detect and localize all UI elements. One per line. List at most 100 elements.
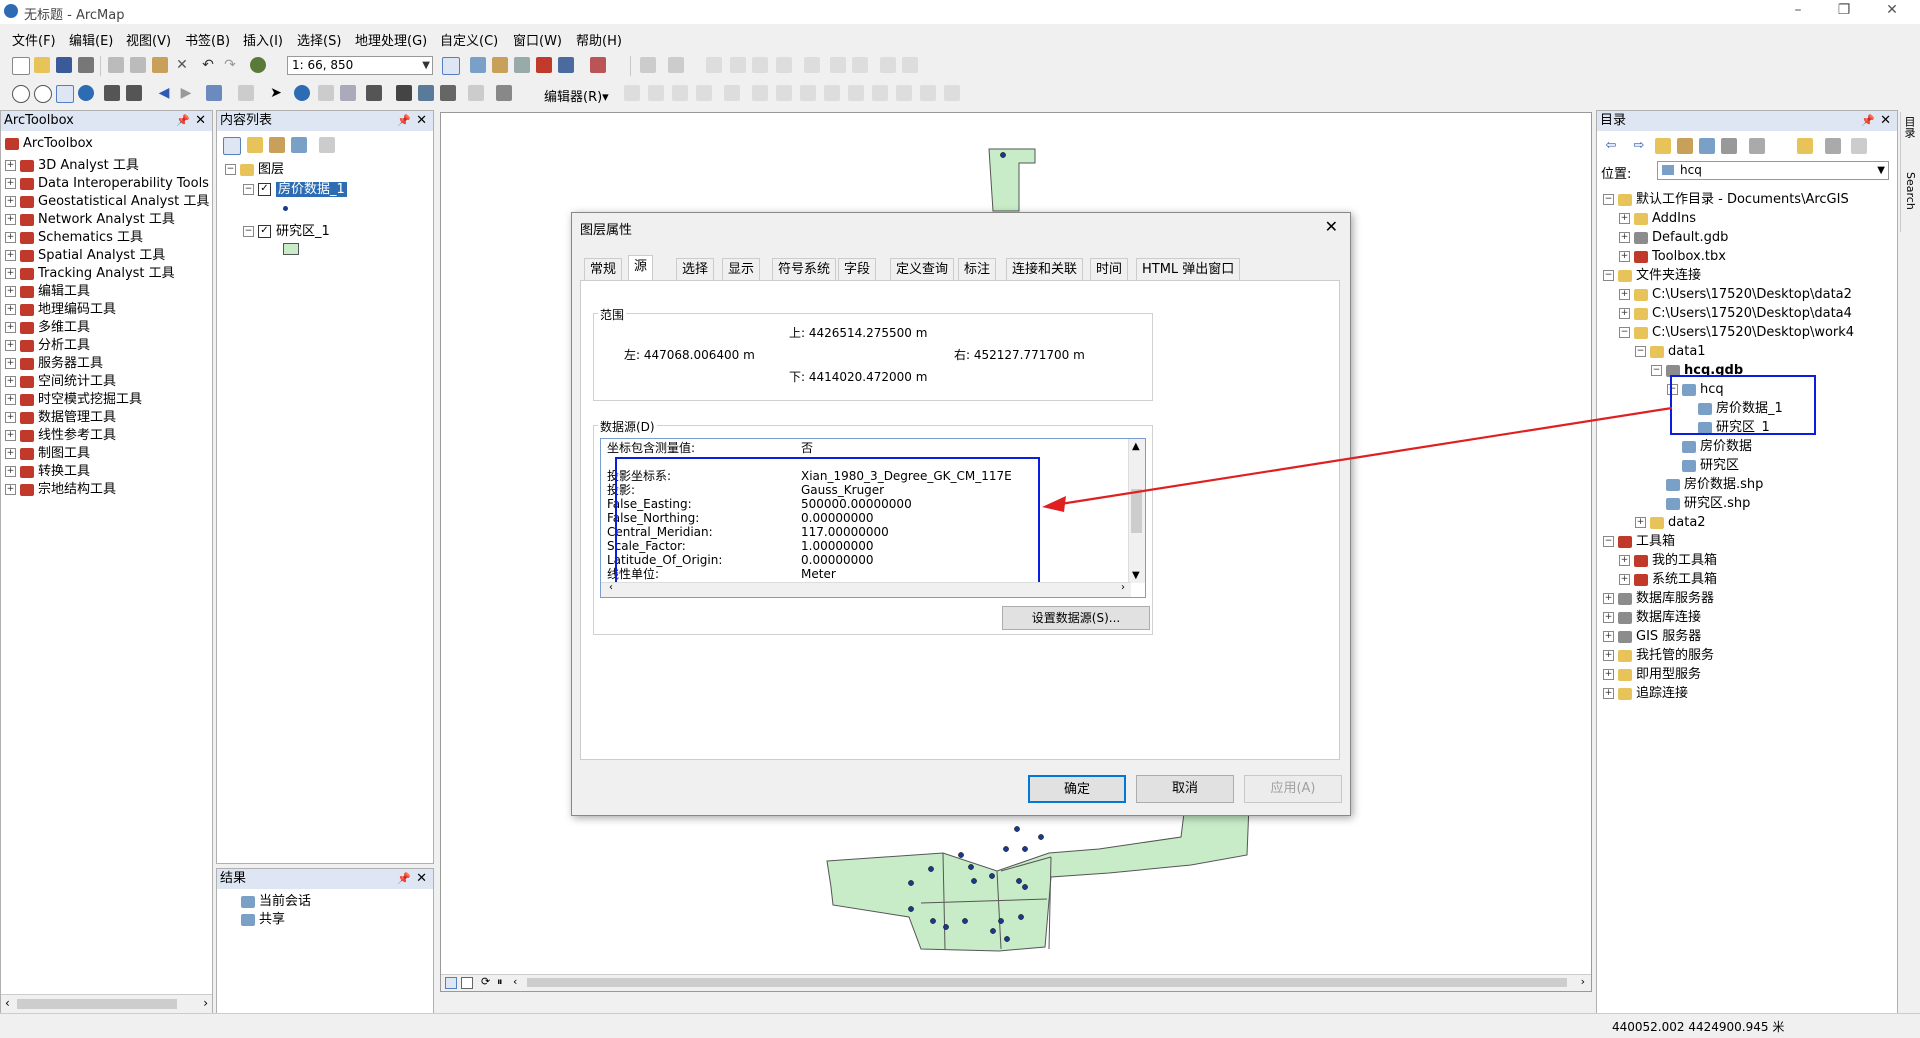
catalog-item[interactable]: − C:\Users\17520\Desktop\work4 bbox=[1619, 324, 1854, 342]
toolbox-item[interactable]: + 分析工具 bbox=[5, 337, 90, 355]
redo-icon[interactable]: ↷ bbox=[222, 57, 238, 73]
expand-icon[interactable]: + bbox=[5, 268, 16, 279]
layers-root[interactable]: − 图层 bbox=[225, 161, 284, 179]
views-icon[interactable] bbox=[1749, 138, 1765, 154]
edit-tool-icon[interactable] bbox=[944, 85, 960, 101]
expand-icon[interactable]: + bbox=[1619, 251, 1630, 262]
full-extent-icon[interactable] bbox=[78, 85, 94, 101]
house-price-point[interactable] bbox=[928, 866, 934, 872]
print-icon[interactable] bbox=[78, 57, 94, 73]
home-folder-icon[interactable] bbox=[1677, 138, 1693, 154]
create-viewer-icon[interactable] bbox=[496, 85, 512, 101]
catalog-item[interactable]: + data2 bbox=[1635, 514, 1706, 532]
measure-icon[interactable] bbox=[366, 85, 382, 101]
catalog-item[interactable]: + GIS 服务器 bbox=[1603, 628, 1701, 646]
expand-icon[interactable]: + bbox=[5, 304, 16, 315]
collapse-icon[interactable]: − bbox=[1651, 365, 1662, 376]
toolbox-item[interactable]: + 线性参考工具 bbox=[5, 427, 116, 445]
back-extent-icon[interactable]: ◀ bbox=[156, 85, 172, 101]
toolbox-item[interactable]: + 编辑工具 bbox=[5, 283, 90, 301]
close-panel-icon[interactable]: ✕ bbox=[416, 111, 427, 131]
expand-icon[interactable]: + bbox=[1619, 555, 1630, 566]
catalog-item[interactable]: + 数据库连接 bbox=[1603, 609, 1701, 627]
catalog-options-icon[interactable] bbox=[1851, 138, 1867, 154]
pan-icon[interactable] bbox=[56, 85, 74, 103]
tab-8[interactable]: 连接和关联 bbox=[1006, 258, 1084, 280]
toolbox-item[interactable]: + 数据管理工具 bbox=[5, 409, 116, 427]
collapse-icon[interactable]: − bbox=[1603, 270, 1614, 281]
open-folder-icon[interactable] bbox=[34, 57, 50, 73]
hyperlink-icon[interactable] bbox=[318, 85, 334, 101]
new-document-icon[interactable] bbox=[12, 57, 30, 75]
scroll-left-icon[interactable]: ‹ bbox=[5, 996, 10, 1010]
house-price-point[interactable] bbox=[1018, 914, 1024, 920]
expand-icon[interactable]: + bbox=[5, 250, 16, 261]
menu-customize[interactable]: 自定义(C) bbox=[440, 30, 498, 49]
toolbar-tool-icon[interactable] bbox=[668, 57, 684, 73]
tab-0[interactable]: 常规 bbox=[584, 258, 623, 280]
collapse-icon[interactable]: − bbox=[1603, 536, 1614, 547]
menu-bookmarks[interactable]: 书签(B) bbox=[185, 30, 230, 49]
catalog-item[interactable]: 研究区 bbox=[1667, 457, 1739, 475]
toolbox-item[interactable]: + Tracking Analyst 工具 bbox=[5, 265, 175, 283]
house-price-point[interactable] bbox=[968, 864, 974, 870]
pin-icon[interactable]: 📌 bbox=[1861, 111, 1875, 131]
close-icon[interactable]: ✕ bbox=[1882, 2, 1902, 20]
cut-icon[interactable] bbox=[108, 57, 124, 73]
expand-icon[interactable]: + bbox=[5, 322, 16, 333]
toolbox-item[interactable]: + 时空模式挖掘工具 bbox=[5, 391, 142, 409]
catalog-item[interactable]: 房价数据.shp bbox=[1651, 476, 1763, 494]
house-price-point[interactable] bbox=[908, 880, 914, 886]
toc-options-icon[interactable] bbox=[319, 137, 335, 153]
data-view-icon[interactable] bbox=[445, 977, 457, 989]
toolbar-tool-icon[interactable] bbox=[902, 57, 918, 73]
connect-folder-icon[interactable] bbox=[1699, 138, 1715, 154]
forward-extent-icon[interactable]: ▶ bbox=[178, 85, 194, 101]
catalog-window-icon[interactable] bbox=[492, 57, 508, 73]
scroll-down-icon[interactable]: ▼ bbox=[1132, 570, 1140, 581]
toolbox-item[interactable]: + Geostatistical Analyst 工具 bbox=[5, 193, 209, 211]
menu-selection[interactable]: 选择(S) bbox=[297, 30, 341, 49]
toolbar-tool-icon[interactable] bbox=[640, 57, 656, 73]
scrollbar-thumb[interactable] bbox=[17, 999, 177, 1009]
close-panel-icon[interactable]: ✕ bbox=[195, 111, 206, 131]
toolbox-item[interactable]: + 宗地结构工具 bbox=[5, 481, 116, 499]
catalog-item[interactable]: + AddIns bbox=[1619, 210, 1696, 228]
expand-icon[interactable]: + bbox=[1603, 688, 1614, 699]
collapse-icon[interactable]: − bbox=[225, 164, 236, 175]
close-panel-icon[interactable]: ✕ bbox=[416, 869, 427, 889]
menu-insert[interactable]: 插入(I) bbox=[243, 30, 283, 49]
edit-tool-icon[interactable] bbox=[752, 85, 768, 101]
collapse-icon[interactable]: − bbox=[243, 184, 254, 195]
delete-icon[interactable]: ✕ bbox=[174, 57, 190, 73]
expand-icon[interactable]: + bbox=[1619, 574, 1630, 585]
disconnect-folder-icon[interactable] bbox=[1721, 138, 1737, 154]
expand-icon[interactable]: + bbox=[5, 358, 16, 369]
editor-dropdown[interactable]: 编辑器(R)▾ bbox=[544, 86, 609, 105]
apply-button[interactable]: 应用(A) bbox=[1244, 775, 1342, 803]
toolbar-tool-icon[interactable] bbox=[852, 57, 868, 73]
scrollbar-thumb[interactable] bbox=[1131, 489, 1142, 533]
catalog-item[interactable]: + 我的工具箱 bbox=[1619, 552, 1717, 570]
results-item-current-session[interactable]: 当前会话 bbox=[241, 893, 311, 911]
toc-layer-house-price[interactable]: − ✓ 房价数据_1 bbox=[243, 181, 347, 199]
toolbox-item[interactable]: + 转换工具 bbox=[5, 463, 90, 481]
catalog-item[interactable]: 研究区.shp bbox=[1651, 495, 1750, 513]
scrollbar-thumb[interactable] bbox=[527, 978, 1567, 987]
toolbar-tool-icon[interactable] bbox=[804, 57, 820, 73]
collapse-icon[interactable]: − bbox=[243, 226, 254, 237]
scroll-left-icon[interactable]: ‹ bbox=[609, 582, 613, 593]
results-item-shared[interactable]: 共享 bbox=[241, 911, 285, 929]
layer-name[interactable]: 研究区_1 bbox=[276, 224, 330, 239]
minimize-icon[interactable]: – bbox=[1788, 2, 1808, 20]
expand-icon[interactable]: + bbox=[5, 286, 16, 297]
collapse-icon[interactable]: − bbox=[1603, 194, 1614, 205]
tab-1[interactable]: 源 bbox=[628, 255, 654, 281]
map-scrollbar[interactable]: ⟳ ⏸ ‹ › bbox=[441, 974, 1591, 991]
toolbar-tool-icon[interactable] bbox=[706, 57, 722, 73]
toolbox-item[interactable]: + Schematics 工具 bbox=[5, 229, 143, 247]
menu-file[interactable]: 文件(F) bbox=[12, 30, 56, 49]
edit-tool-icon[interactable] bbox=[800, 85, 816, 101]
close-panel-icon[interactable]: ✕ bbox=[1880, 111, 1891, 131]
search-window-icon[interactable] bbox=[514, 57, 530, 73]
